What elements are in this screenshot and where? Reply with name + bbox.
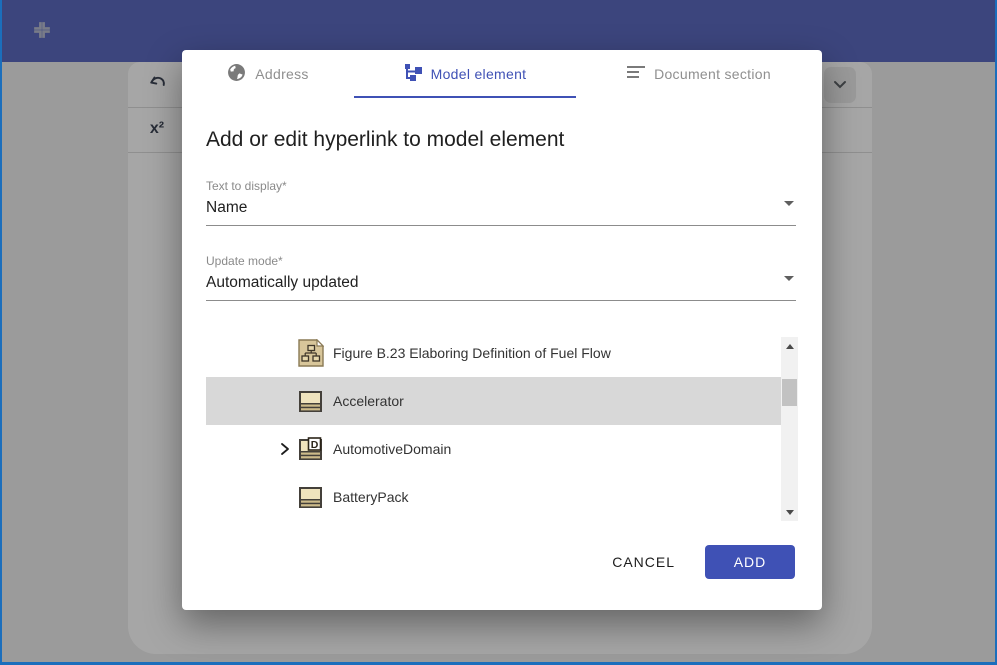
cancel-button[interactable]: CANCEL — [600, 546, 687, 578]
hyperlink-dialog: Address Model element — [182, 50, 822, 610]
dropdown-arrow-icon — [784, 201, 794, 206]
scroll-thumb[interactable] — [782, 379, 797, 406]
tree-item-label: BatteryPack — [333, 489, 408, 505]
add-button[interactable]: ADD — [705, 545, 795, 579]
triangle-down-icon — [786, 510, 794, 515]
block-d-icon: D — [298, 437, 324, 462]
model-tree-icon — [404, 64, 422, 85]
tree-item-batterypack[interactable]: BatteryPack — [206, 473, 798, 521]
dialog-actions: CANCEL ADD — [600, 545, 795, 579]
field-label: Update mode* — [206, 254, 796, 268]
tab-model-element[interactable]: Model element — [354, 50, 576, 98]
tree-item-automotivedomain[interactable]: D AutomotiveDomain — [206, 425, 798, 473]
model-element-tree: Figure B.23 Elaboring Definition of Fuel… — [206, 329, 798, 521]
text-to-display-select[interactable]: Text to display* Name — [206, 179, 796, 226]
active-tab-indicator — [354, 96, 576, 98]
expand-chevron-icon[interactable] — [278, 441, 298, 457]
tab-label: Model element — [431, 66, 527, 82]
tree-scrollbar[interactable] — [781, 337, 798, 521]
dialog-tab-bar: Address Model element — [182, 50, 822, 98]
tab-label: Document section — [654, 66, 771, 82]
block-icon — [298, 485, 324, 510]
field-label: Text to display* — [206, 179, 796, 193]
dropdown-arrow-icon — [784, 276, 794, 281]
triangle-up-icon — [786, 344, 794, 349]
tree-item-label: Accelerator — [333, 393, 404, 409]
section-lines-icon — [627, 64, 645, 84]
tab-address[interactable]: Address — [182, 50, 354, 98]
scroll-down-button[interactable] — [781, 505, 798, 519]
tree-item-label: Figure B.23 Elaboring Definition of Fuel… — [333, 345, 611, 361]
tree-item-label: AutomotiveDomain — [333, 441, 451, 457]
app-window: x² Address — [0, 0, 997, 665]
block-icon — [298, 389, 324, 414]
tab-document-section[interactable]: Document section — [576, 50, 822, 98]
tree-item-accelerator[interactable]: Accelerator — [206, 377, 798, 425]
dialog-title: Add or edit hyperlink to model element — [206, 128, 798, 152]
scroll-up-button[interactable] — [781, 339, 798, 353]
field-value: Name — [206, 198, 796, 218]
tab-label: Address — [255, 66, 308, 82]
globe-icon — [227, 63, 246, 85]
diagram-icon — [298, 339, 324, 367]
svg-text:D: D — [311, 439, 319, 451]
field-value: Automatically updated — [206, 273, 796, 293]
update-mode-select[interactable]: Update mode* Automatically updated — [206, 254, 796, 301]
tree-item-figure[interactable]: Figure B.23 Elaboring Definition of Fuel… — [206, 329, 798, 377]
